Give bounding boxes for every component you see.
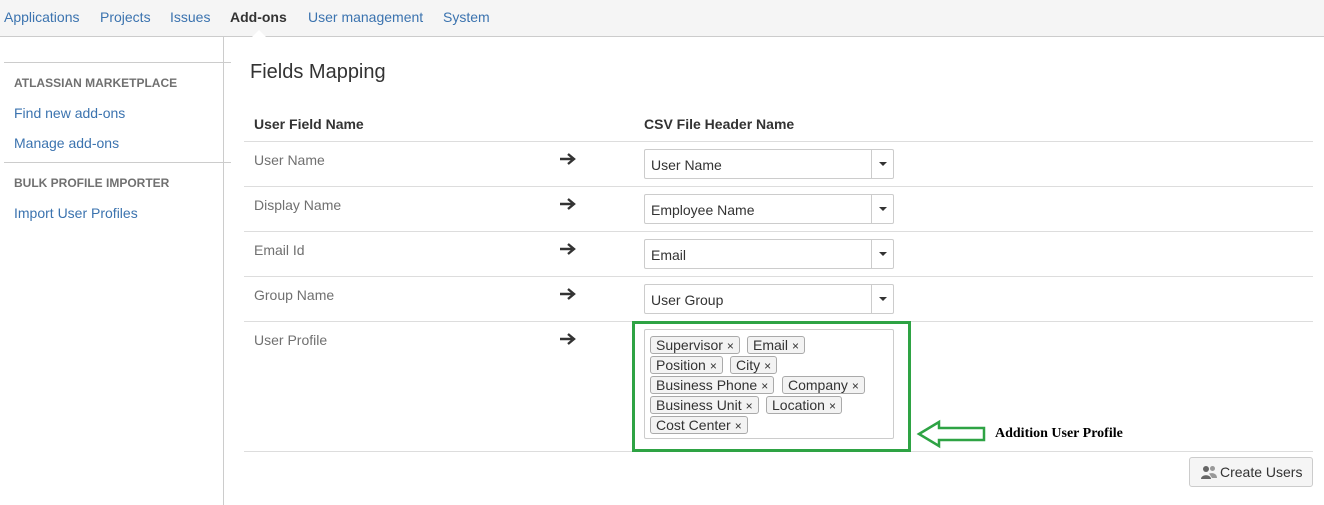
profile-tag: Cost Center × xyxy=(650,416,748,434)
sidebar-link-manage-add-ons[interactable]: Manage add-ons xyxy=(14,135,119,151)
active-tab-indicator xyxy=(252,30,266,37)
sidebar-heading-bulk-importer: BULK PROFILE IMPORTER xyxy=(14,176,170,190)
profile-tag: Business Unit × xyxy=(650,396,759,414)
nav-applications[interactable]: Applications xyxy=(4,9,80,25)
csv-header-select-group-name[interactable]: User Group xyxy=(644,284,894,314)
dropdown-toggle[interactable] xyxy=(871,150,893,178)
csv-header-select-display-name[interactable]: Employee Name xyxy=(644,194,894,224)
caret-down-icon xyxy=(879,252,887,256)
caret-down-icon xyxy=(879,162,887,166)
remove-tag-icon[interactable]: × xyxy=(764,359,771,373)
sidebar-heading-marketplace: ATLASSIAN MARKETPLACE xyxy=(14,76,178,90)
csv-header-select-email-id[interactable]: Email xyxy=(644,239,894,269)
nav-issues[interactable]: Issues xyxy=(170,9,210,25)
dropdown-toggle[interactable] xyxy=(871,195,893,223)
annotation-label: Addition User Profile xyxy=(995,426,1123,441)
remove-tag-icon[interactable]: × xyxy=(727,339,734,353)
sidebar: ATLASSIAN MARKETPLACE Find new add-ons M… xyxy=(0,37,231,505)
remove-tag-icon[interactable]: × xyxy=(829,399,836,413)
sidebar-link-import-user-profiles[interactable]: Import User Profiles xyxy=(14,205,138,221)
top-navigation: Applications Projects Issues Add-ons Use… xyxy=(0,0,1324,37)
callout-arrow-icon xyxy=(916,419,986,449)
profile-tag: Company × xyxy=(782,376,865,394)
remove-tag-icon[interactable]: × xyxy=(792,339,799,353)
select-value: Email xyxy=(651,247,687,263)
field-label-display-name: Display Name xyxy=(254,197,342,213)
arrow-right-icon xyxy=(560,198,576,210)
column-header-user-field: User Field Name xyxy=(254,116,364,132)
dropdown-toggle[interactable] xyxy=(871,285,893,313)
profile-tag: Email × xyxy=(747,336,806,354)
column-header-csv-header: CSV File Header Name xyxy=(644,116,795,132)
field-label-user-profile: User Profile xyxy=(254,332,328,348)
remove-tag-icon[interactable]: × xyxy=(710,359,717,373)
select-value: User Name xyxy=(651,157,722,173)
remove-tag-icon[interactable]: × xyxy=(852,379,859,393)
row-divider xyxy=(244,186,1313,187)
profile-tag: Supervisor × xyxy=(650,336,740,354)
caret-down-icon xyxy=(879,297,887,301)
users-icon xyxy=(1201,466,1217,479)
profile-tag: Position × xyxy=(650,356,723,374)
row-divider xyxy=(244,276,1313,277)
row-divider xyxy=(244,141,1313,142)
create-users-label: Create Users xyxy=(1220,464,1303,480)
create-users-button[interactable]: Create Users xyxy=(1189,457,1313,487)
csv-header-select-user-name[interactable]: User Name xyxy=(644,149,894,179)
field-label-email-id: Email Id xyxy=(254,242,305,258)
profile-tag: Business Phone × xyxy=(650,376,775,394)
sidebar-divider xyxy=(4,62,231,63)
sidebar-link-find-new-add-ons[interactable]: Find new add-ons xyxy=(14,105,125,121)
field-label-user-name: User Name xyxy=(254,152,325,168)
profile-tag: City × xyxy=(730,356,778,374)
select-value: Employee Name xyxy=(651,202,755,218)
arrow-right-icon xyxy=(560,153,576,165)
remove-tag-icon[interactable]: × xyxy=(761,379,768,393)
nav-add-ons[interactable]: Add-ons xyxy=(230,9,287,25)
arrow-right-icon xyxy=(560,288,576,300)
nav-system[interactable]: System xyxy=(443,9,490,25)
select-value: User Group xyxy=(651,292,724,308)
page-title: Fields Mapping xyxy=(250,61,386,83)
arrow-right-icon xyxy=(560,333,576,345)
row-divider xyxy=(244,231,1313,232)
user-profile-multiselect[interactable]: Supervisor × Email × Position × City × Busin… xyxy=(644,329,894,439)
nav-projects[interactable]: Projects xyxy=(100,9,151,25)
caret-down-icon xyxy=(879,207,887,211)
nav-user-management[interactable]: User management xyxy=(308,9,423,25)
field-label-group-name: Group Name xyxy=(254,287,335,303)
remove-tag-icon[interactable]: × xyxy=(746,399,753,413)
profile-tag: Location × xyxy=(766,396,842,414)
dropdown-toggle[interactable] xyxy=(871,240,893,268)
sidebar-divider xyxy=(4,162,231,163)
arrow-right-icon xyxy=(560,243,576,255)
remove-tag-icon[interactable]: × xyxy=(735,419,742,433)
